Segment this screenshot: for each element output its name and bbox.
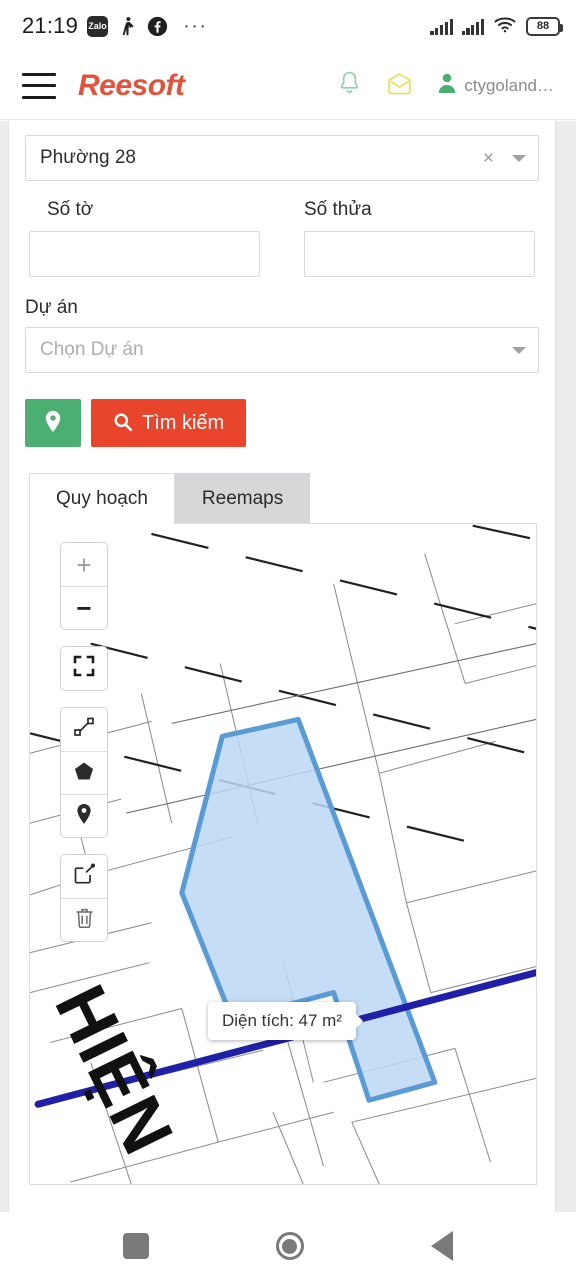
- fullscreen-button[interactable]: [61, 647, 107, 690]
- project-select-tools: [512, 346, 526, 354]
- signal-2-icon: [461, 18, 484, 35]
- map-controls: + −: [60, 542, 108, 958]
- zoom-out-button[interactable]: −: [61, 586, 107, 629]
- ward-select[interactable]: Phường 28 ×: [25, 135, 539, 181]
- area-tooltip: Diện tích: 47 m²: [208, 1002, 363, 1040]
- polygon-icon: [73, 760, 95, 787]
- fullscreen-icon: [73, 655, 95, 682]
- zalo-icon: Zalo: [87, 15, 109, 37]
- draw-control-group: [60, 707, 108, 838]
- app-header: Reesoft ctygoland…: [0, 52, 576, 120]
- chevron-down-icon[interactable]: [512, 346, 526, 354]
- search-button-label: Tìm kiếm: [142, 411, 225, 434]
- header-actions: ctygoland…: [337, 70, 558, 102]
- trash-icon: [74, 907, 95, 934]
- home-circle-icon[interactable]: [275, 1232, 304, 1260]
- map-tabs: Quy hoạch Reemaps: [25, 473, 539, 524]
- hamburger-menu-icon[interactable]: [22, 72, 56, 99]
- map-pin-icon: [44, 410, 62, 436]
- so-thua-input[interactable]: [304, 231, 535, 277]
- draw-line-button[interactable]: [61, 708, 107, 751]
- zoom-in-button[interactable]: +: [61, 543, 107, 586]
- bell-icon[interactable]: [337, 70, 362, 102]
- ward-select-value: Phường 28: [40, 147, 136, 168]
- back-triangle-icon[interactable]: [430, 1231, 453, 1261]
- project-select[interactable]: Chọn Dự án: [25, 327, 539, 373]
- page-body: Phường 28 × Số tờ Số thửa Dự án Chọn Dự …: [0, 121, 576, 1212]
- zoom-control-group: + −: [60, 542, 108, 630]
- edit-icon: [73, 863, 96, 890]
- envelope-icon[interactable]: [386, 71, 413, 101]
- tab-reemaps[interactable]: Reemaps: [174, 473, 311, 524]
- signal-1-icon: [430, 18, 453, 35]
- so-to-input[interactable]: [29, 231, 260, 277]
- user-name: ctygoland…: [464, 75, 554, 95]
- person-walking-icon: [117, 16, 138, 37]
- so-to-label: Số tờ: [47, 199, 94, 220]
- locate-button[interactable]: [25, 399, 81, 447]
- map-canvas[interactable]: + −: [29, 523, 537, 1185]
- close-icon[interactable]: ×: [483, 149, 494, 168]
- battery-icon: 88: [526, 16, 563, 36]
- project-label: Dự án: [25, 297, 78, 318]
- selected-parcel: [179, 716, 438, 1103]
- status-bar: 21:19 Zalo ··· 88: [0, 0, 576, 52]
- status-bar-left: 21:19 Zalo ···: [22, 13, 208, 39]
- search-card: Phường 28 × Số tờ Số thửa Dự án Chọn Dự …: [8, 121, 556, 1212]
- chevron-down-icon[interactable]: [512, 154, 526, 162]
- more-dots-icon: ···: [183, 15, 208, 37]
- brand-logo[interactable]: Reesoft: [78, 69, 185, 103]
- map-pin-icon: [75, 803, 93, 830]
- so-thua-label: Số thửa: [304, 199, 372, 220]
- user-menu[interactable]: ctygoland…: [437, 72, 554, 99]
- polyline-icon: [73, 716, 95, 743]
- facebook-icon: [147, 16, 168, 37]
- status-bar-right: 88: [430, 14, 563, 39]
- search-button[interactable]: Tìm kiếm: [91, 399, 247, 447]
- recents-square-icon[interactable]: [123, 1233, 150, 1259]
- ward-select-tools: ×: [483, 149, 526, 168]
- delete-shape-button[interactable]: [61, 898, 107, 941]
- status-time: 21:19: [22, 13, 79, 38]
- user-icon: [437, 72, 457, 99]
- search-icon: [113, 412, 133, 435]
- android-nav-bar: [0, 1212, 576, 1280]
- edit-shape-button[interactable]: [61, 855, 107, 898]
- action-buttons: Tìm kiếm: [25, 399, 539, 447]
- wifi-icon: [493, 14, 517, 39]
- fullscreen-control-group: [60, 646, 108, 691]
- draw-marker-button[interactable]: [61, 794, 107, 837]
- draw-polygon-button[interactable]: [61, 751, 107, 794]
- project-select-placeholder: Chọn Dự án: [40, 339, 144, 360]
- edit-control-group: [60, 854, 108, 942]
- tab-quy-hoach[interactable]: Quy hoạch: [29, 473, 175, 524]
